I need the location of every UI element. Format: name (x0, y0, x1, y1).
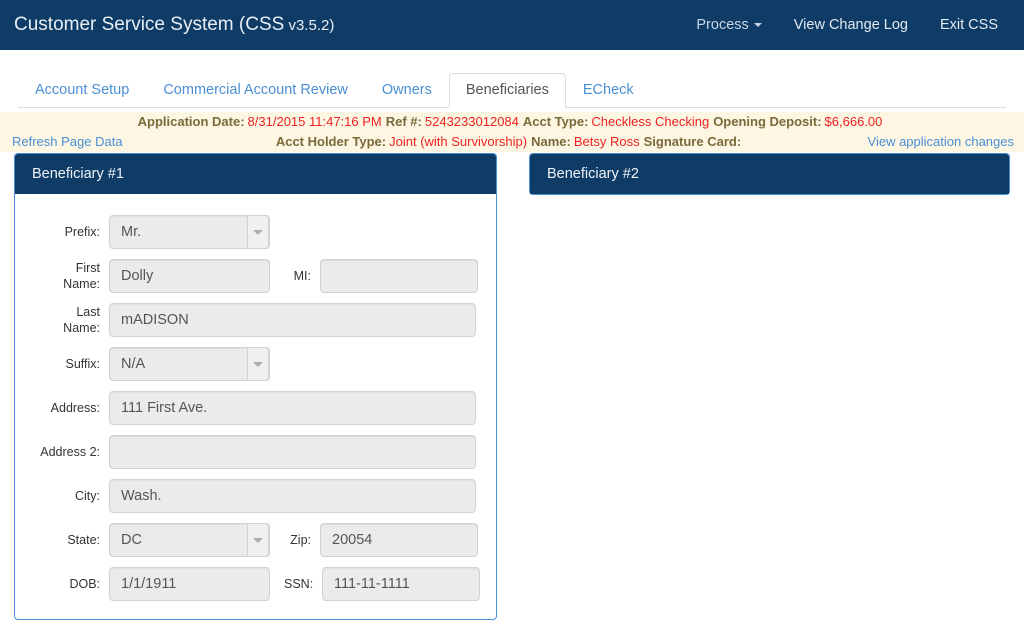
beneficiary-2-panel-title: Beneficiary #2 (530, 154, 1009, 194)
dob-value: 1/1/1911 (121, 576, 177, 592)
last-name-label-line2: Name: (63, 321, 100, 335)
chevron-down-icon (753, 23, 762, 28)
first-name-label-line2: Name: (63, 277, 100, 291)
city-input[interactable]: Wash. (109, 479, 476, 513)
first-name-label-line1: First (75, 261, 100, 275)
tab-echeck[interactable]: ECheck (566, 73, 651, 109)
dob-label: DOB: (69, 576, 100, 591)
last-name-value: mADISON (121, 312, 189, 328)
suffix-select[interactable]: N/A (109, 347, 270, 381)
city-label: City: (75, 488, 100, 503)
tab-account-setup[interactable]: Account Setup (18, 73, 146, 109)
signature-card-value (741, 134, 748, 149)
zip-label: Zip: (290, 533, 311, 547)
application-date-value: 8/31/2015 11:47:16 PM (247, 114, 382, 129)
tab-beneficiaries[interactable]: Beneficiaries (448, 72, 566, 108)
address2-input[interactable] (109, 435, 476, 469)
banner-line-1: Application Date: 8/31/2015 11:47:16 PM Re… (0, 112, 1024, 132)
ref-value: 5243233012084 (424, 114, 519, 129)
prefix-row: Prefix: Mr. (15, 210, 496, 254)
ssn-input[interactable]: 111-11-1111 (322, 567, 480, 601)
first-name-value: Dolly (121, 268, 154, 284)
state-label: State: (67, 532, 100, 547)
suffix-select-value: N/A (121, 356, 146, 372)
brand-version-text: v3.5.2) (284, 17, 335, 34)
city-row: City: Wash. (15, 474, 496, 518)
name-label: Name (531, 134, 567, 149)
view-application-changes-link[interactable]: View application changes (868, 132, 1014, 152)
triangle-down-glyph (253, 229, 263, 235)
zip-input[interactable]: 20054 (320, 523, 478, 557)
first-name-input[interactable]: Dolly (109, 259, 270, 293)
mi-input[interactable] (320, 259, 478, 293)
name-value: Betsy Ross (573, 134, 640, 149)
nav-exit-css[interactable]: Exit CSS (924, 0, 1014, 50)
address-row: Address: 111 First Ave. (15, 386, 496, 430)
last-name-label-line1: Last (76, 305, 100, 319)
state-select-value: DC (121, 532, 142, 548)
last-name-row: Last Name: mADISON (15, 298, 496, 342)
application-info-banner: Application Date: 8/31/2015 11:47:16 PM Re… (0, 112, 1024, 152)
tab-commercial-account-review[interactable]: Commercial Account Review (146, 73, 365, 109)
dob-input[interactable]: 1/1/1911 (109, 567, 270, 601)
banner-line-2: Refresh Page Data Acct Holder Type: Joint… (0, 132, 1024, 152)
mi-label: MI: (293, 269, 311, 283)
beneficiary-1-panel: Beneficiary #1 Prefix: Mr. First Name: D… (14, 153, 497, 620)
state-select[interactable]: DC (109, 523, 270, 557)
first-name-label: First Name: (23, 260, 109, 292)
navbar-links: Process View Change Log Exit CSS (680, 0, 1024, 50)
ssn-label: SSN: (284, 577, 314, 591)
city-value: Wash. (121, 488, 162, 504)
chevron-down-icon[interactable] (247, 347, 269, 381)
triangle-down-glyph (253, 361, 263, 367)
tab-list: Account Setup Commercial Account Review … (18, 70, 1006, 108)
address-label: Address: (50, 400, 100, 415)
tab-owners[interactable]: Owners (365, 73, 449, 109)
beneficiary-1-panel-title: Beneficiary #1 (15, 154, 496, 194)
beneficiary-2-panel: Beneficiary #2 (529, 153, 1010, 195)
nav-view-change-log[interactable]: View Change Log (778, 0, 924, 50)
acct-holder-type-label: Acct Holder Type (275, 134, 382, 149)
top-navbar: Customer Service System (CSS v3.5.2) Pro… (0, 0, 1024, 50)
ssn-value: 111-11-1111 (334, 576, 410, 592)
state-zip-row: State: DC Zip: 20054 (15, 518, 496, 562)
prefix-select-value: Mr. (121, 224, 142, 240)
chevron-down-icon[interactable] (247, 215, 269, 249)
signature-card-label: Signature Card (643, 134, 737, 149)
suffix-row: Suffix: N/A (15, 342, 496, 386)
address-input[interactable]: 111 First Ave. (109, 391, 476, 425)
first-name-row: First Name: Dolly MI: (15, 254, 496, 298)
address-value: 111 First Ave. (121, 400, 208, 416)
acct-type-label: Acct Type (522, 114, 585, 129)
nav-process-menu[interactable]: Process (680, 0, 777, 50)
acct-type-value: Checkless Checking (591, 114, 710, 129)
last-name-input[interactable]: mADISON (109, 303, 476, 337)
address2-label: Address 2: (40, 444, 100, 459)
zip-value: 20054 (332, 532, 373, 548)
prefix-select[interactable]: Mr. (109, 215, 270, 249)
chevron-down-icon[interactable] (247, 523, 269, 557)
opening-deposit-value: $6,666.00 (824, 114, 883, 129)
beneficiary-1-form: Prefix: Mr. First Name: Dolly MI: Last N… (15, 194, 496, 606)
ref-label: Ref # (385, 114, 418, 129)
suffix-label: Suffix: (65, 356, 100, 371)
application-date-label: Application Date (137, 114, 241, 129)
app-brand-title: Customer Service System (CSS v3.5.2) (0, 14, 334, 36)
address2-row: Address 2: (15, 430, 496, 474)
opening-deposit-label: Opening Deposit (713, 114, 818, 129)
nav-process-label: Process (696, 17, 749, 33)
prefix-label: Prefix: (64, 224, 100, 239)
refresh-page-data-link[interactable]: Refresh Page Data (12, 132, 123, 152)
triangle-down-glyph (253, 537, 263, 543)
last-name-label: Last Name: (23, 304, 109, 336)
dob-ssn-row: DOB: 1/1/1911 SSN: 111-11-1111 (15, 562, 496, 606)
tab-strip: Account Setup Commercial Account Review … (0, 50, 1024, 112)
brand-main-text: Customer Service System (CSS (14, 14, 285, 35)
acct-holder-type-value: Joint (with Survivorship) (389, 134, 528, 149)
